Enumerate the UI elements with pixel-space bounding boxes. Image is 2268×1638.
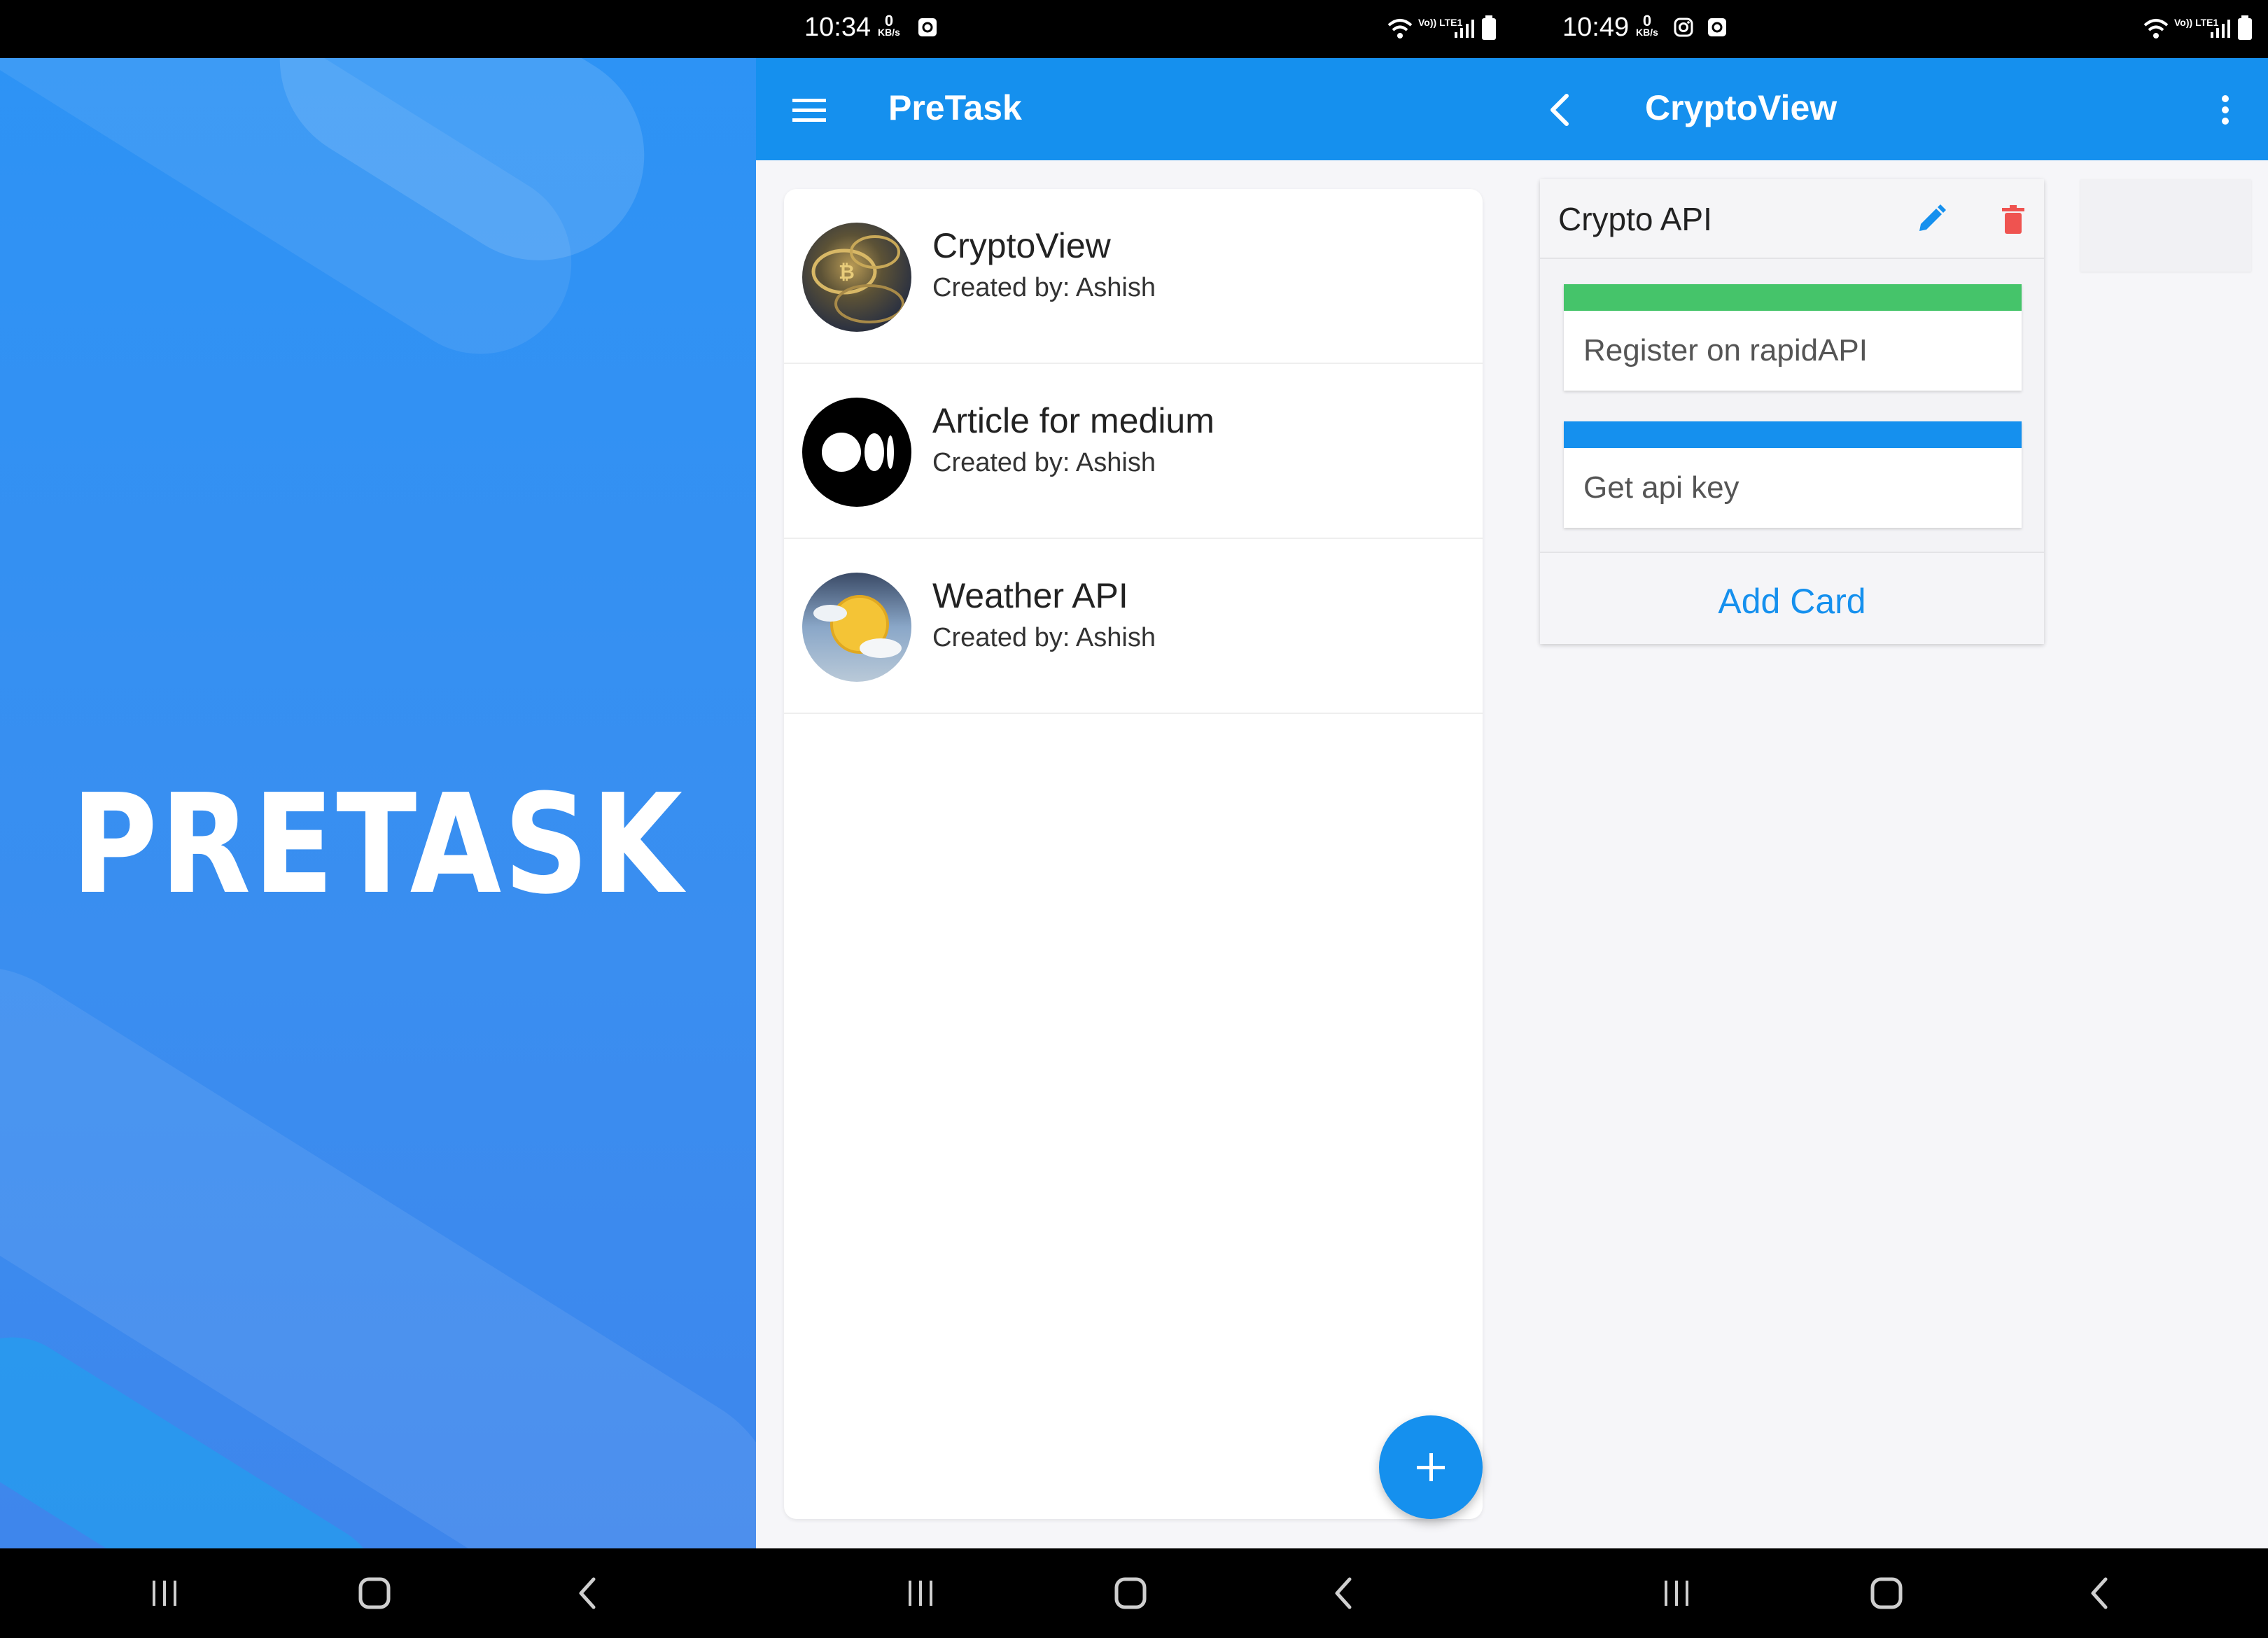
board-item-cryptoview[interactable]: ₿ CryptoView Created by: Ashish: [784, 189, 1483, 364]
battery-icon: [1482, 15, 1496, 40]
splash-screen: PRETASK: [0, 0, 756, 1638]
task-card[interactable]: Get api key: [1564, 421, 2022, 528]
add-card-label: Add Card: [1718, 582, 1866, 621]
home-icon[interactable]: [354, 1574, 396, 1613]
task-card-text: Get api key: [1583, 470, 1740, 505]
board-view-screen: 10:49 0 KB/s Vo)) LTE1 CryptoView Crypto…: [1512, 0, 2268, 1638]
add-board-fab[interactable]: [1379, 1415, 1483, 1519]
wifi-icon: [1387, 19, 1413, 38]
notification-icon: [1708, 18, 1726, 36]
network-speed: 0 KB/s: [878, 12, 900, 38]
instagram-icon: [1674, 18, 1693, 37]
task-list: Crypto API Register on rapidAPI Get api …: [1540, 179, 2044, 644]
board-item-article-for-medium[interactable]: Article for medium Created by: Ashish: [784, 364, 1483, 539]
trash-icon[interactable]: [1994, 200, 2033, 239]
back-nav-icon[interactable]: [2079, 1574, 2121, 1613]
app-bar: PreTask: [756, 58, 1512, 160]
status-bar: 10:49 0 KB/s Vo)) LTE1: [1512, 0, 2268, 58]
board-creator: Created by: Ashish: [932, 448, 1156, 477]
list-header: Crypto API: [1540, 179, 2044, 259]
board-item-weather-api[interactable]: Weather API Created by: Ashish: [784, 539, 1483, 714]
board-list-screen: 10:34 0 KB/s Vo)) LTE1 PreTask ₿ CryptoV…: [756, 0, 1512, 1638]
system-nav-bar: [756, 1548, 1512, 1638]
board-name: CryptoView: [932, 226, 1111, 265]
home-icon[interactable]: [1110, 1574, 1152, 1613]
board-name: Article for medium: [932, 401, 1214, 440]
battery-icon: [2238, 15, 2252, 40]
recent-apps-icon[interactable]: [1656, 1574, 1698, 1613]
weather-avatar: [802, 573, 911, 682]
back-nav-icon[interactable]: [567, 1574, 609, 1613]
board-name: Weather API: [932, 576, 1128, 615]
crypto-coins-avatar: ₿: [802, 223, 911, 332]
next-list-peek[interactable]: [2080, 179, 2251, 272]
card-label-green: [1564, 284, 2022, 311]
medium-logo-avatar: [802, 398, 911, 507]
task-card[interactable]: Register on rapidAPI: [1564, 284, 2022, 391]
board-list: ₿ CryptoView Created by: Ashish Article …: [784, 189, 1483, 1519]
app-bar: CryptoView: [1512, 58, 2268, 160]
hamburger-menu-icon[interactable]: [788, 94, 830, 125]
recent-apps-icon[interactable]: [899, 1574, 941, 1613]
network-speed: 0 KB/s: [1636, 12, 1658, 38]
app-bar-title: PreTask: [888, 88, 1022, 127]
board-creator: Created by: Ashish: [932, 623, 1156, 652]
system-nav-bar: [0, 1548, 756, 1638]
app-bar-title: CryptoView: [1645, 88, 1837, 127]
svg-text:₿: ₿: [839, 260, 855, 284]
task-card-text: Register on rapidAPI: [1583, 333, 1868, 368]
pencil-icon[interactable]: [1911, 200, 1950, 239]
status-bar: [0, 0, 756, 58]
add-card-button[interactable]: Add Card: [1540, 552, 2044, 644]
list-title: Crypto API: [1558, 201, 1712, 237]
back-arrow-icon[interactable]: [1540, 89, 1582, 131]
status-time: 10:34: [804, 13, 872, 42]
system-nav-bar: [1512, 1548, 2268, 1638]
recent-apps-icon[interactable]: [144, 1574, 186, 1613]
plus-icon: [1417, 1453, 1445, 1481]
splash-background: PRETASK: [0, 58, 756, 1549]
back-nav-icon[interactable]: [1323, 1574, 1365, 1613]
splash-app-name: PRETASK: [71, 765, 685, 925]
board-creator: Created by: Ashish: [932, 273, 1156, 302]
signal-icon: [2211, 20, 2230, 38]
status-bar: 10:34 0 KB/s Vo)) LTE1: [756, 0, 1512, 58]
wifi-icon: [2143, 19, 2169, 38]
home-icon[interactable]: [1865, 1574, 1907, 1613]
more-vert-icon[interactable]: [2215, 89, 2236, 131]
card-label-blue: [1564, 421, 2022, 448]
signal-icon: [1455, 20, 1474, 38]
notification-icon: [918, 18, 937, 36]
status-time: 10:49: [1562, 13, 1630, 42]
